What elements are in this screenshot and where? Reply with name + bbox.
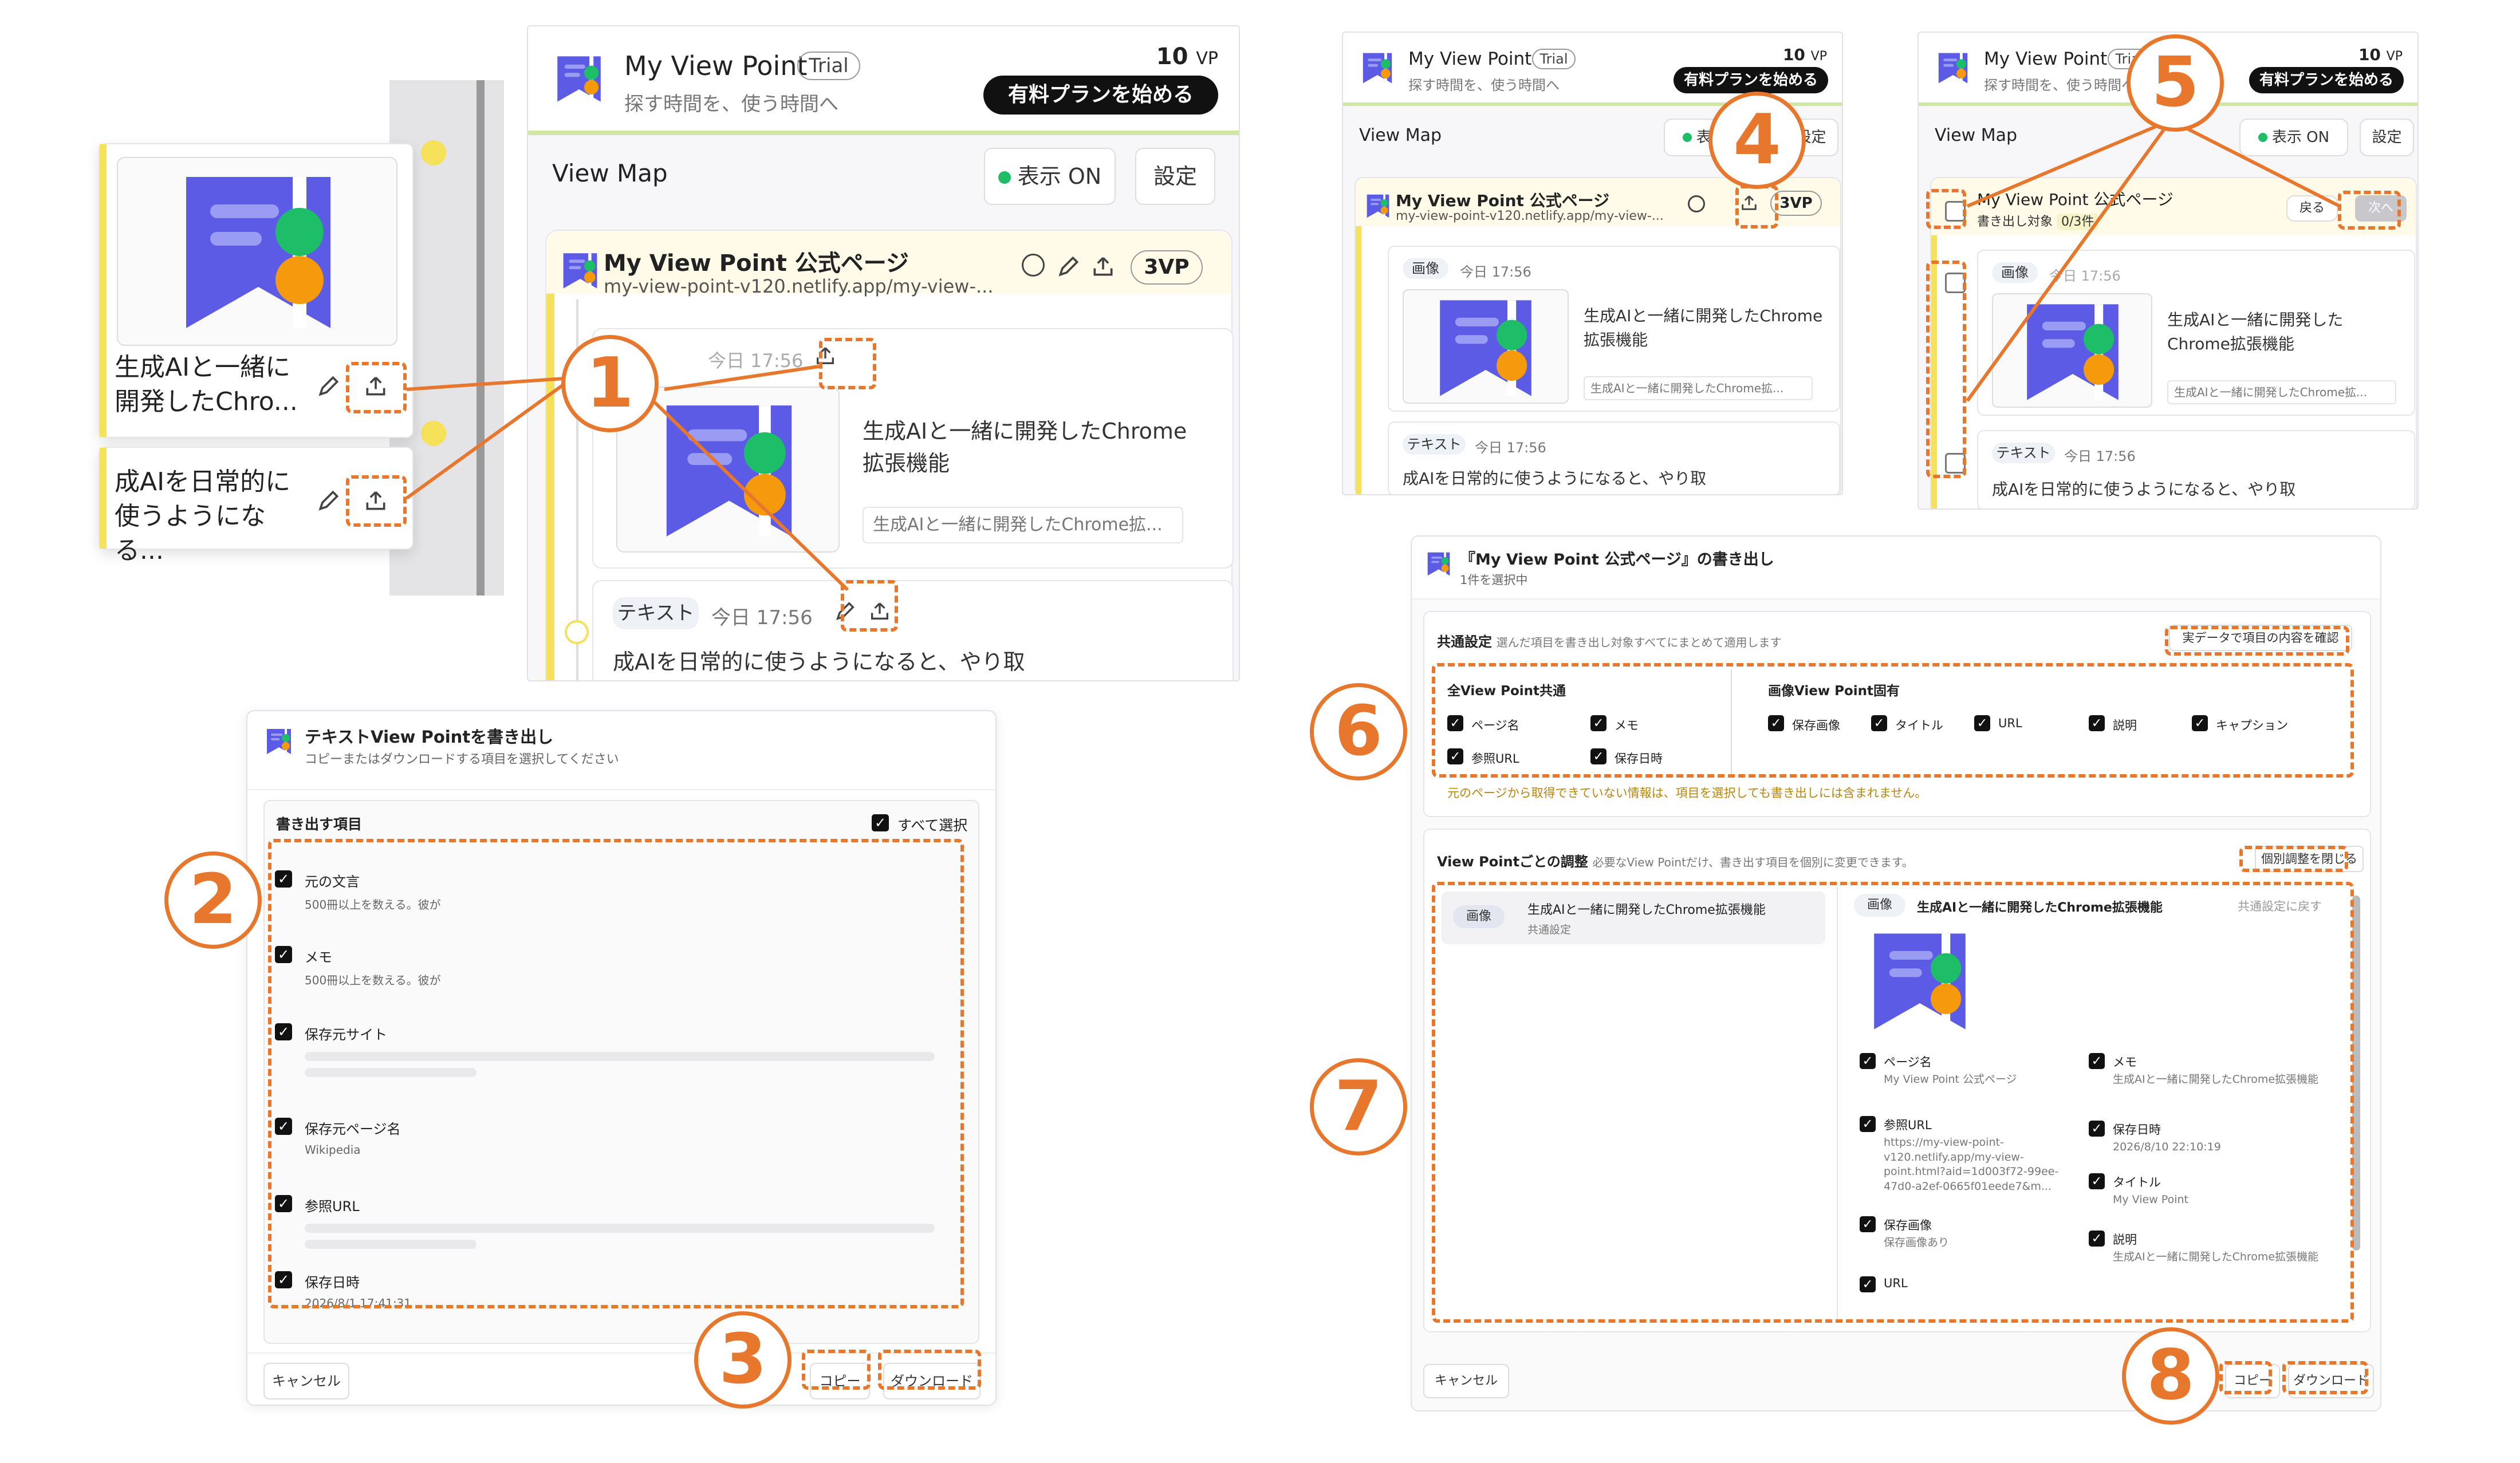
step-marker-6: 6 (1310, 683, 1407, 780)
step-marker-5: 5 (2127, 34, 2224, 132)
step-marker-7: 7 (1310, 1058, 1407, 1156)
connector-lines (405, 119, 2341, 591)
step-marker-1: 1 (561, 335, 659, 432)
step-marker-3: 3 (694, 1311, 792, 1409)
step-marker-4: 4 (1708, 92, 1806, 189)
step-marker-8: 8 (2122, 1327, 2219, 1425)
step-marker-2: 2 (164, 851, 262, 949)
